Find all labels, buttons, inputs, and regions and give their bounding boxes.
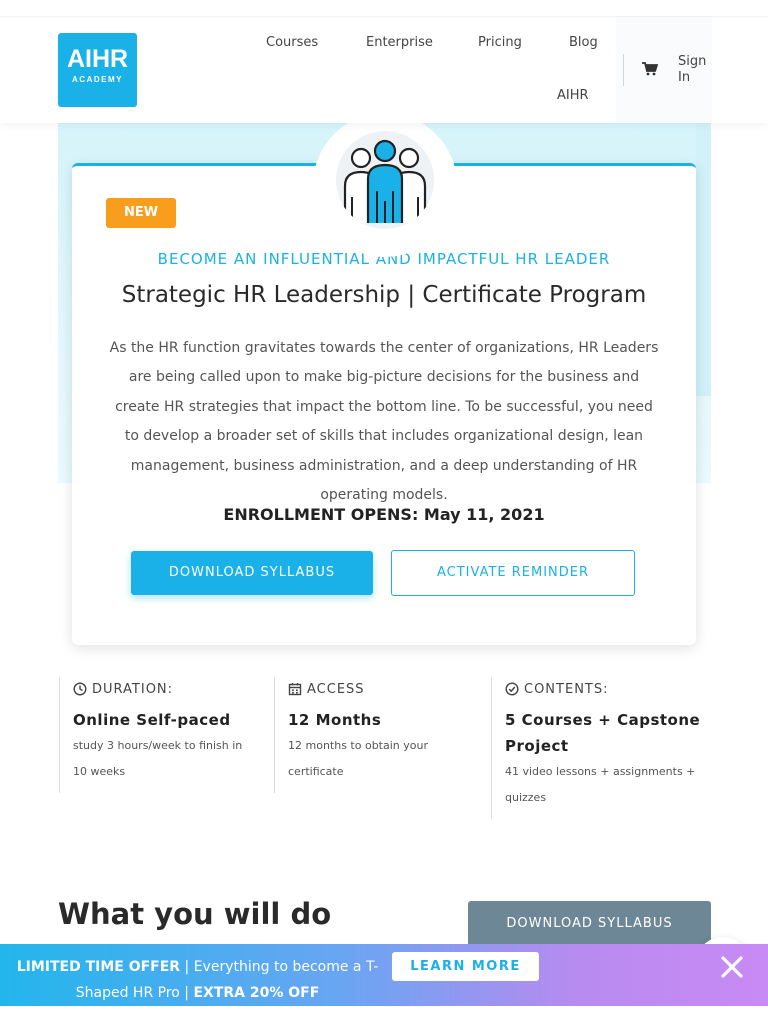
team-leader-icon [336, 131, 434, 229]
new-badge: NEW [106, 198, 176, 228]
clock-icon [73, 682, 87, 696]
feature-access-detail: 12 months to obtain your certificate [288, 739, 428, 778]
nav-aihr[interactable]: AIHR [557, 88, 589, 103]
sign-in-link[interactable]: Sign In [678, 54, 710, 86]
download-syllabus-button[interactable]: DOWNLOAD SYLLABUS [131, 551, 373, 595]
logo-subtext: ACADEMY [72, 75, 123, 84]
calendar-icon [288, 683, 302, 696]
nav-divider [623, 54, 624, 86]
feature-contents-value: 5 Courses + Capstone Project [505, 711, 701, 755]
check-circle-icon [505, 682, 519, 696]
feature-access: ACCESS 12 Months 12 months to obtain you… [274, 677, 484, 793]
activate-reminder-button[interactable]: ACTIVATE REMINDER [391, 550, 635, 596]
site-header: AIHR ACADEMY Courses Enterprise Pricing … [0, 0, 768, 123]
feature-contents-detail: 41 video lessons + assignments + quizzes [505, 765, 696, 804]
offer-strong-1: LIMITED TIME OFFER [16, 959, 181, 975]
feature-duration: DURATION: Online Self-paced study 3 hour… [59, 677, 259, 793]
close-icon[interactable] [718, 953, 746, 981]
offer-text: LIMITED TIME OFFER | Everything to becom… [10, 954, 385, 1006]
section-heading: What you will do [58, 897, 332, 931]
nav-blog[interactable]: Blog [569, 35, 598, 50]
feature-duration-value: Online Self-paced [73, 711, 231, 729]
download-syllabus-secondary-button[interactable]: DOWNLOAD SYLLABUS [468, 901, 711, 946]
aihr-logo[interactable]: AIHR ACADEMY [58, 33, 137, 107]
feature-contents-label-text: CONTENTS: [524, 681, 609, 697]
offer-strong-2: EXTRA 20% OFF [193, 985, 320, 1001]
feature-contents-label: CONTENTS: [505, 677, 706, 701]
feature-contents: CONTENTS: 5 Courses + Capstone Project 4… [491, 677, 706, 819]
feature-access-label-text: ACCESS [307, 681, 365, 697]
program-description: As the HR function gravitates towards th… [109, 340, 659, 504]
feature-access-value: 12 Months [288, 711, 382, 729]
hero-background-accent [696, 123, 711, 396]
feature-duration-detail: study 3 hours/week to finish in 10 weeks [73, 739, 243, 778]
cart-icon[interactable] [642, 62, 658, 76]
logo-text: AIHR [66, 45, 129, 73]
nav-pricing[interactable]: Pricing [478, 35, 522, 50]
enrollment-date: ENROLLMENT OPENS: May 11, 2021 [223, 505, 545, 524]
feature-duration-label-text: DURATION: [92, 681, 174, 697]
feature-duration-label: DURATION: [73, 677, 259, 701]
nav-courses[interactable]: Courses [266, 35, 318, 50]
nav-enterprise[interactable]: Enterprise [366, 35, 433, 50]
offer-banner: LIMITED TIME OFFER | Everything to becom… [0, 944, 768, 1006]
program-title: Strategic HR Leadership | Certificate Pr… [121, 282, 647, 308]
feature-access-label: ACCESS [288, 677, 484, 701]
learn-more-button[interactable]: LEARN MORE [392, 952, 539, 981]
